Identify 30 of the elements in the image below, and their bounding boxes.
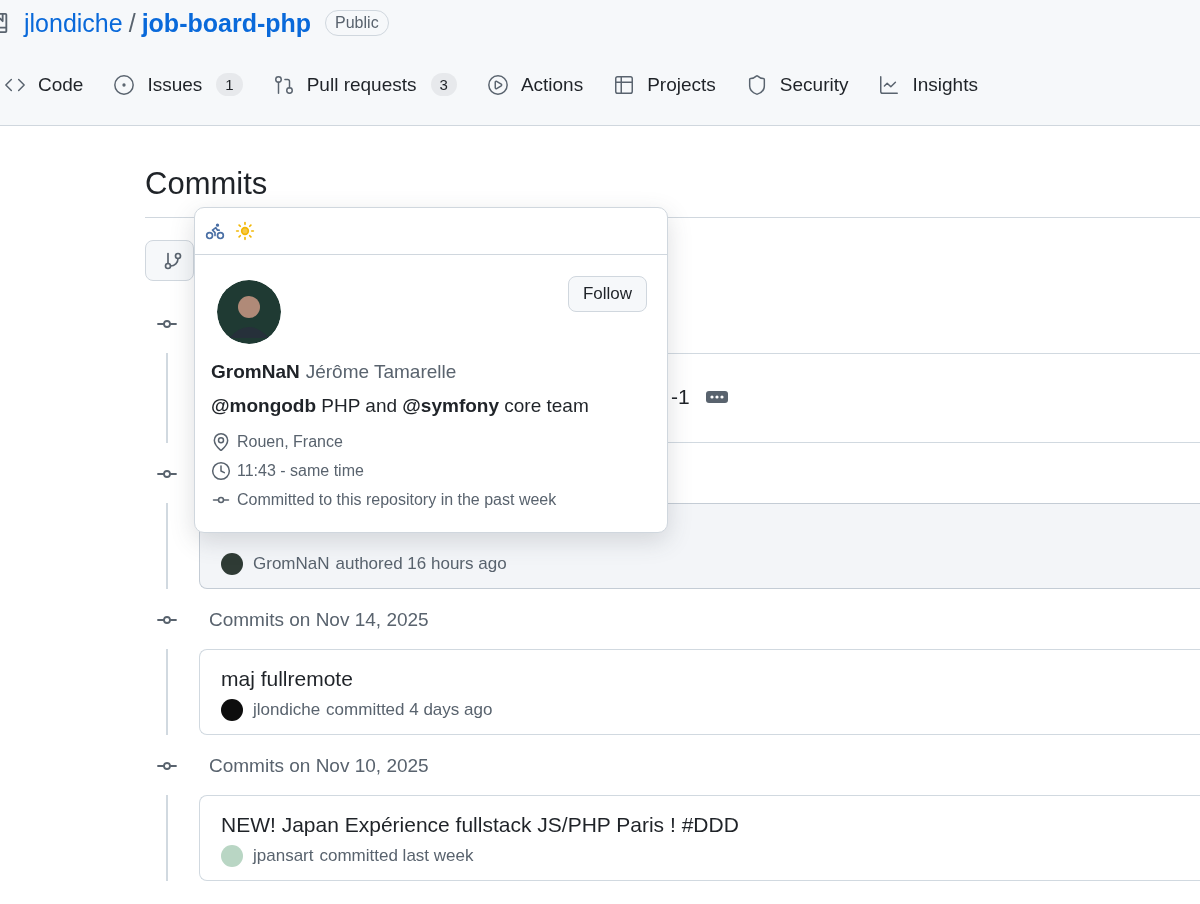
user-name: Jérôme Tamarelle [305,361,457,383]
commit-title[interactable]: -1 [671,385,690,409]
user-detail: 11:43 - same time [237,462,364,480]
repo-tab[interactable]: Code [4,73,84,102]
count-label: 1 [216,73,243,96]
author-link[interactable]: jlondiche [253,700,321,720]
commit-title[interactable]: NEW! Japan Expérience fullstack JS/PHP Paris ! #DDD [221,813,739,837]
commit-title[interactable]: maj fullremote [221,667,353,691]
repo-tab[interactable]: Security [745,73,849,102]
user-bio: @mongodb PHP and @symfony core team [211,395,590,417]
commit-time: committed last week [319,846,474,866]
commit-time: committed 4 days ago [326,700,493,720]
count-label: 3 [430,73,457,96]
repo-tab[interactable]: Insights [878,73,978,102]
commit-time: authored 16 hours ago [335,554,507,574]
author-link[interactable]: GromNaN [253,554,330,574]
user-detail: Rouen, France [237,433,343,451]
date-heading: Commits on Nov 10, 2025 [209,755,429,777]
repo-tab[interactable]: Actions [486,73,584,102]
owner-link[interactable]: jlondiche [24,8,123,38]
repo-tab[interactable]: Projects [613,73,716,102]
path-separator: / [128,8,136,38]
user-detail: Committed to this repository in the past week [237,491,557,509]
repo-tab[interactable]: Issues 1 [113,73,243,102]
user-login[interactable]: GromNaN [211,361,300,383]
author-link[interactable]: jpansart [253,846,314,866]
repo-tab[interactable]: Pull requests 3 [272,73,457,102]
date-heading: Commits on Nov 14, 2025 [209,609,429,631]
follow-button[interactable]: Follow [567,276,647,312]
repo-link[interactable]: job-board-php [141,8,312,38]
